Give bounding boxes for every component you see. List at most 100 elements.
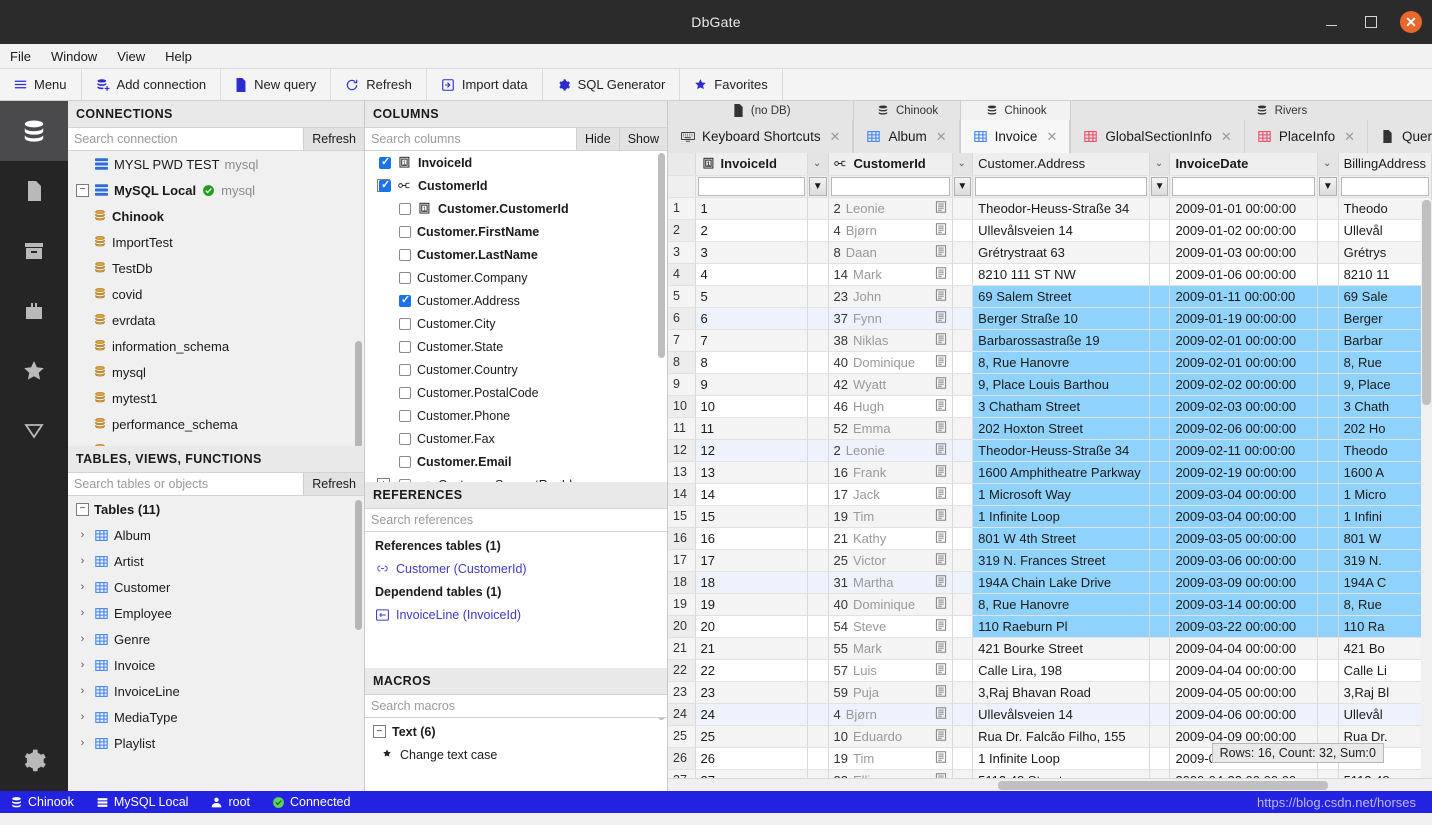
close-icon[interactable]: ✕	[1046, 129, 1057, 145]
grid-cell-customerid[interactable]: 46 Hugh	[828, 395, 953, 418]
database-tree-item[interactable]: covid	[68, 281, 364, 307]
grid-cell-invoiceid[interactable]: 20	[695, 615, 808, 638]
expand-record-icon[interactable]	[935, 618, 947, 634]
macros-search-input[interactable]	[365, 695, 667, 717]
grid-cell-invoicedate[interactable]: 2009-02-01 00:00:00	[1169, 329, 1318, 352]
objects-scrollbar[interactable]	[355, 500, 362, 630]
column-checkbox-row[interactable]: Customer.LastName	[365, 243, 667, 266]
grid-column-header-customer-address[interactable]: Customer.Address	[972, 153, 1150, 176]
grid-column-header-customerid[interactable]: CustomerId	[828, 153, 953, 176]
chevron-right-icon[interactable]: ›	[76, 711, 89, 723]
objects-group-tables[interactable]: − Tables (11)	[68, 496, 364, 522]
chevron-right-icon[interactable]: ›	[76, 581, 89, 593]
grid-cell-address[interactable]: Theodor-Heuss-Straße 34	[972, 439, 1150, 462]
columns-hide-button[interactable]: Hide	[576, 128, 619, 150]
rail-item-favorites[interactable]	[0, 341, 68, 401]
grid-cell-invoiceid[interactable]: 21	[695, 637, 808, 660]
status-user[interactable]: root	[210, 795, 250, 809]
grid-cell-address[interactable]: 801 W 4th Street	[972, 527, 1150, 550]
grid-cell-customerid[interactable]: 31 Martha	[828, 571, 953, 594]
grid-cell-customerid[interactable]: 10 Eduardo	[828, 725, 953, 748]
grid-cell-address[interactable]: Ullevålsveien 14	[972, 703, 1150, 726]
table-row[interactable]: 9 9 42 Wyatt 9, Place Louis Barthou 2009-02-0…	[668, 373, 1432, 396]
table-row[interactable]: 8 8 40 Dominique 8, Rue Hanovre 2009-02-01 00…	[668, 351, 1432, 374]
grid-cell-invoiceid[interactable]: 18	[695, 571, 808, 594]
table-row[interactable]: 18 18 31 Martha 194A Chain Lake Drive 2009-03…	[668, 571, 1432, 594]
table-row[interactable]: 15 15 19 Tim 1 Infinite Loop 2009-03-04 00:00…	[668, 505, 1432, 528]
grid-cell-billingaddress[interactable]: Grétrys	[1338, 241, 1432, 264]
expand-record-icon[interactable]	[935, 420, 947, 436]
grid-cell-address[interactable]: Grétrystraat 63	[972, 241, 1150, 264]
chevron-right-icon[interactable]: ›	[76, 737, 89, 749]
grid-cell-invoiceid[interactable]: 9	[695, 373, 808, 396]
grid-cell-invoicedate[interactable]: 2009-02-01 00:00:00	[1169, 351, 1318, 374]
grid-cell-address[interactable]: 1 Infinite Loop	[972, 747, 1150, 770]
toolbar-button-new-query[interactable]: New query	[221, 69, 332, 100]
column-checkbox[interactable]	[379, 155, 391, 169]
tab-album[interactable]: Album ✕	[854, 120, 960, 153]
grid-cell-billingaddress[interactable]: 3 Chath	[1338, 395, 1432, 418]
grid-filter-button[interactable]: ▼	[1318, 176, 1337, 196]
grid-cell-invoiceid[interactable]: 13	[695, 461, 808, 484]
close-button[interactable]: ✕	[1400, 11, 1422, 33]
grid-filter-input[interactable]	[697, 176, 805, 196]
rail-item-database[interactable]	[0, 101, 68, 161]
grid-column-menu-button[interactable]: ⌄	[952, 153, 974, 176]
expand-record-icon[interactable]	[935, 706, 947, 722]
close-icon[interactable]: ✕	[830, 129, 841, 145]
database-tree-item[interactable]: evrdata	[68, 307, 364, 333]
rail-item-filter[interactable]	[0, 401, 68, 461]
grid-cell-billingaddress[interactable]: 8, Rue	[1338, 351, 1432, 374]
macros-list[interactable]: − Text (6) Change text case	[365, 718, 667, 791]
grid-cell-billingaddress[interactable]: Barbar	[1338, 329, 1432, 352]
grid-cell-billingaddress[interactable]: Ullevål	[1338, 703, 1432, 726]
column-checkbox-row[interactable]: Customer.PostalCode	[365, 381, 667, 404]
column-checkbox[interactable]	[399, 478, 411, 482]
column-checkbox[interactable]	[399, 271, 411, 284]
column-checkbox[interactable]	[399, 293, 411, 307]
grid-cell-address[interactable]: 1 Microsoft Way	[972, 483, 1150, 506]
grid-cell-invoicedate[interactable]: 2009-01-11 00:00:00	[1169, 285, 1318, 308]
expand-record-icon[interactable]	[935, 200, 947, 216]
column-checkbox-row[interactable]: Customer.Phone	[365, 404, 667, 427]
dependend-table-item[interactable]: InvoiceLine (InvoiceId)	[369, 603, 663, 626]
columns-show-button[interactable]: Show	[618, 128, 667, 150]
rail-item-settings[interactable]	[0, 731, 68, 791]
expand-record-icon[interactable]	[935, 684, 947, 700]
table-row[interactable]: 10 10 46 Hugh 3 Chatham Street 2009-02-03 00:…	[668, 395, 1432, 418]
grid-cell-customerid[interactable]: 59 Puja	[828, 681, 953, 704]
expand-record-icon[interactable]	[935, 552, 947, 568]
grid-cell-invoiceid[interactable]: 2	[695, 219, 808, 242]
table-row[interactable]: 21 21 55 Mark 421 Bourke Street 2009-04-04 00…	[668, 637, 1432, 660]
column-checkbox-row[interactable]: −CustomerId	[365, 174, 667, 197]
grid-cell-invoicedate[interactable]: 2009-04-06 00:00:00	[1169, 703, 1318, 726]
toolbar-button-favorites[interactable]: Favorites	[680, 69, 783, 100]
expand-record-icon[interactable]	[935, 728, 947, 744]
grid-cell-customerid[interactable]: 16 Frank	[828, 461, 953, 484]
menu-item-view[interactable]: View	[117, 49, 145, 64]
grid-cell-customerid[interactable]: 19 Tim	[828, 505, 953, 528]
grid-cell-invoiceid[interactable]: 12	[695, 439, 808, 462]
grid-column-header-invoiceid[interactable]: 1 InvoiceId	[695, 153, 808, 176]
grid-filter-button[interactable]: ▼	[953, 176, 972, 196]
menu-item-file[interactable]: File	[10, 49, 31, 64]
grid-cell-address[interactable]: 1 Infinite Loop	[972, 505, 1150, 528]
grid-cell-invoiceid[interactable]: 3	[695, 241, 808, 264]
expand-record-icon[interactable]	[935, 398, 947, 414]
column-checkbox-row[interactable]: Customer.Email	[365, 450, 667, 473]
tab-keyboard-shortcuts[interactable]: Keyboard Shortcuts ✕	[668, 120, 854, 153]
grid-cell-invoiceid[interactable]: 10	[695, 395, 808, 418]
grid-cell-customerid[interactable]: 17 Jack	[828, 483, 953, 506]
expand-record-icon[interactable]	[935, 442, 947, 458]
grid-cell-address[interactable]: 1600 Amphitheatre Parkway	[972, 461, 1150, 484]
expand-record-icon[interactable]	[935, 486, 947, 502]
grid-cell-customerid[interactable]: 4 Bjørn	[828, 703, 953, 726]
expand-record-icon[interactable]	[935, 596, 947, 612]
grid-cell-billingaddress[interactable]: 1 Micro	[1338, 483, 1432, 506]
table-tree-item[interactable]: › Album	[68, 522, 364, 548]
grid-cell-invoicedate[interactable]: 2009-02-03 00:00:00	[1169, 395, 1318, 418]
grid-cell-invoicedate[interactable]: 2009-03-04 00:00:00	[1169, 505, 1318, 528]
objects-tree[interactable]: − Tables (11) › Album › Artist › Customer › Emplo…	[68, 496, 364, 791]
grid-cell-customerid[interactable]: 40 Dominique	[828, 593, 953, 616]
expand-record-icon[interactable]	[935, 750, 947, 766]
